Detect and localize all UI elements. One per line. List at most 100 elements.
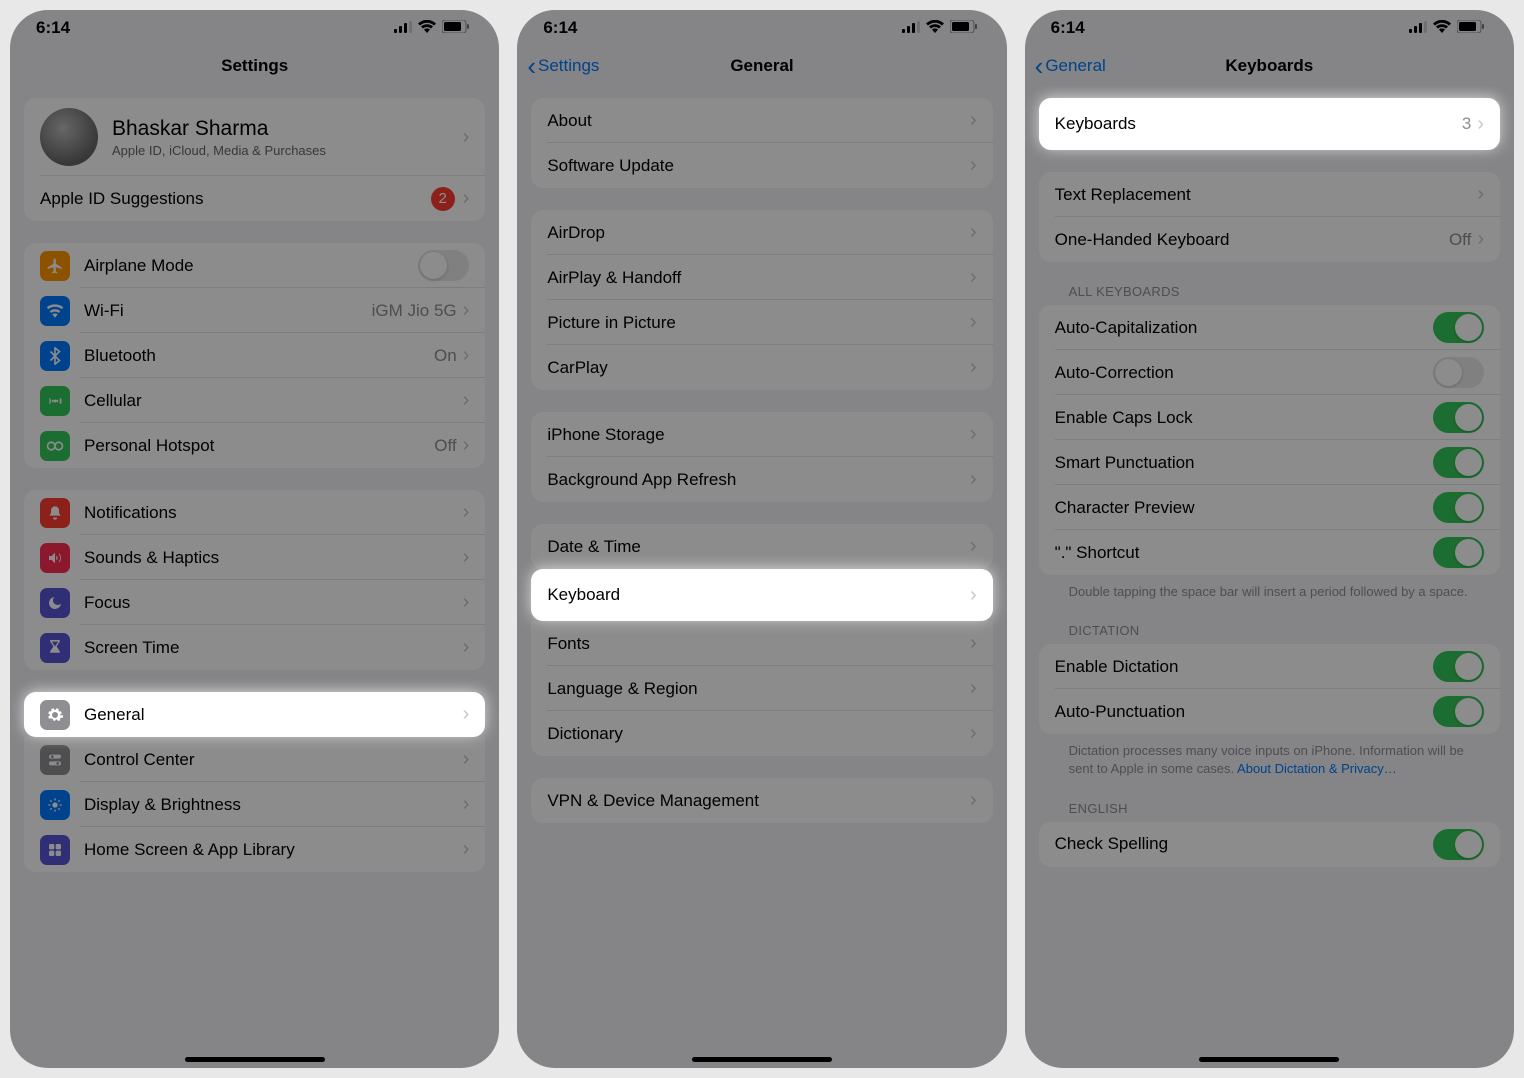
row-label: Control Center [84,750,463,770]
row-label: AirPlay & Handoff [547,268,970,288]
sounds-row[interactable]: Sounds & Haptics › [24,535,485,580]
focus-row[interactable]: Focus › [24,580,485,625]
chevron-right-icon: › [970,632,977,655]
chevron-right-icon: › [463,344,470,367]
home-indicator[interactable] [185,1057,325,1062]
row-label: "." Shortcut [1055,543,1433,563]
chevron-left-icon: ‹ [1035,51,1044,82]
home-indicator[interactable] [692,1057,832,1062]
row-label: Enable Dictation [1055,657,1433,677]
row-label: Language & Region [547,679,970,699]
battery-icon [442,18,469,38]
chevron-right-icon: › [970,154,977,177]
one-handed-row[interactable]: One-Handed KeyboardOff› [1039,217,1500,262]
home-indicator[interactable] [1199,1057,1339,1062]
fonts-row[interactable]: Fonts› [531,621,992,666]
row-label: Keyboards [1055,114,1462,134]
chevron-right-icon: › [970,221,977,244]
airplane-row[interactable]: Airplane Mode [24,243,485,288]
control-center-row[interactable]: Control Center › [24,737,485,782]
autopunc-toggle[interactable] [1433,696,1484,727]
chevron-right-icon: › [1477,113,1484,136]
row-label: Date & Time [547,537,970,557]
row-label: Personal Hotspot [84,436,434,456]
homescreen-row[interactable]: Home Screen & App Library › [24,827,485,872]
row-label: Keyboard [547,585,970,605]
airdrop-row[interactable]: AirDrop› [531,210,992,255]
bluetooth-row[interactable]: Bluetooth On › [24,333,485,378]
pip-row[interactable]: Picture in Picture› [531,300,992,345]
datetime-row[interactable]: Date & Time› [531,524,992,569]
chevron-right-icon: › [463,748,470,771]
status-bar: 6:14 [517,10,1006,46]
back-button[interactable]: ‹ Settings [527,51,599,82]
text-replacement-row[interactable]: Text Replacement› [1039,172,1500,217]
hotspot-row[interactable]: Personal Hotspot Off › [24,423,485,468]
wifi-row[interactable]: Wi-Fi iGM Jio 5G › [24,288,485,333]
language-row[interactable]: Language & Region› [531,666,992,711]
gear-icon [40,700,70,730]
storage-row[interactable]: iPhone Storage› [531,412,992,457]
dictation-privacy-link[interactable]: About Dictation & Privacy… [1237,761,1397,776]
chevron-right-icon: › [970,266,977,289]
wifi-icon [418,18,436,38]
chevron-right-icon: › [463,703,470,726]
chevron-right-icon: › [970,535,977,558]
cellular-row[interactable]: Cellular › [24,378,485,423]
vpn-row[interactable]: VPN & Device Management› [531,778,992,823]
screentime-row[interactable]: Screen Time › [24,625,485,670]
row-label: Sounds & Haptics [84,548,463,568]
row-label: Background App Refresh [547,470,970,490]
chevron-right-icon: › [970,311,977,334]
smartpunc-toggle[interactable] [1433,447,1484,478]
carplay-row[interactable]: CarPlay› [531,345,992,390]
row-label: Software Update [547,156,970,176]
footer-shortcut: Double tapping the space bar will insert… [1069,583,1470,601]
apple-id-suggestions-row[interactable]: Apple ID Suggestions 2 › [24,176,485,221]
row-label: One-Handed Keyboard [1055,230,1449,250]
charprev-toggle[interactable] [1433,492,1484,523]
row-detail: Off [434,436,456,456]
chevron-right-icon: › [970,356,977,379]
spelling-toggle[interactable] [1433,829,1484,860]
row-label: Auto-Correction [1055,363,1433,383]
row-label: General [84,705,463,725]
refresh-row[interactable]: Background App Refresh› [531,457,992,502]
chevron-right-icon: › [463,793,470,816]
avatar [40,108,98,166]
row-label: Airplane Mode [84,256,418,276]
speaker-icon [40,543,70,573]
profile-row[interactable]: Bhaskar Sharma Apple ID, iCloud, Media &… [24,98,485,176]
row-label: Picture in Picture [547,313,970,333]
dictionary-row[interactable]: Dictionary› [531,711,992,756]
chevron-right-icon: › [970,584,977,607]
display-row[interactable]: Display & Brightness › [24,782,485,827]
autocap-toggle[interactable] [1433,312,1484,343]
nav-title: Settings [221,56,288,76]
status-time: 6:14 [543,18,577,38]
row-label: Wi-Fi [84,301,372,321]
row-label: Cellular [84,391,463,411]
keyboards-row[interactable]: Keyboards 3 › [1039,98,1500,150]
keyboard-row[interactable]: Keyboard› [531,569,992,621]
airplay-row[interactable]: AirPlay & Handoff› [531,255,992,300]
back-button[interactable]: ‹ General [1035,51,1106,82]
shortcut-toggle[interactable] [1433,537,1484,568]
cellular-icon [40,386,70,416]
autocorr-toggle[interactable] [1433,357,1484,388]
capslock-toggle[interactable] [1433,402,1484,433]
dictation-toggle[interactable] [1433,651,1484,682]
general-row[interactable]: General › [24,692,485,737]
notifications-row[interactable]: Notifications › [24,490,485,535]
moon-icon [40,588,70,618]
chevron-right-icon: › [970,722,977,745]
signal-icon [1409,18,1427,38]
back-label: Settings [538,56,599,76]
software-update-row[interactable]: Software Update› [531,143,992,188]
airplane-toggle[interactable] [418,250,469,281]
footer-dictation: Dictation processes many voice inputs on… [1069,742,1470,778]
chevron-right-icon: › [970,423,977,446]
about-row[interactable]: About› [531,98,992,143]
dictation-row: Enable Dictation [1039,644,1500,689]
row-label: Fonts [547,634,970,654]
